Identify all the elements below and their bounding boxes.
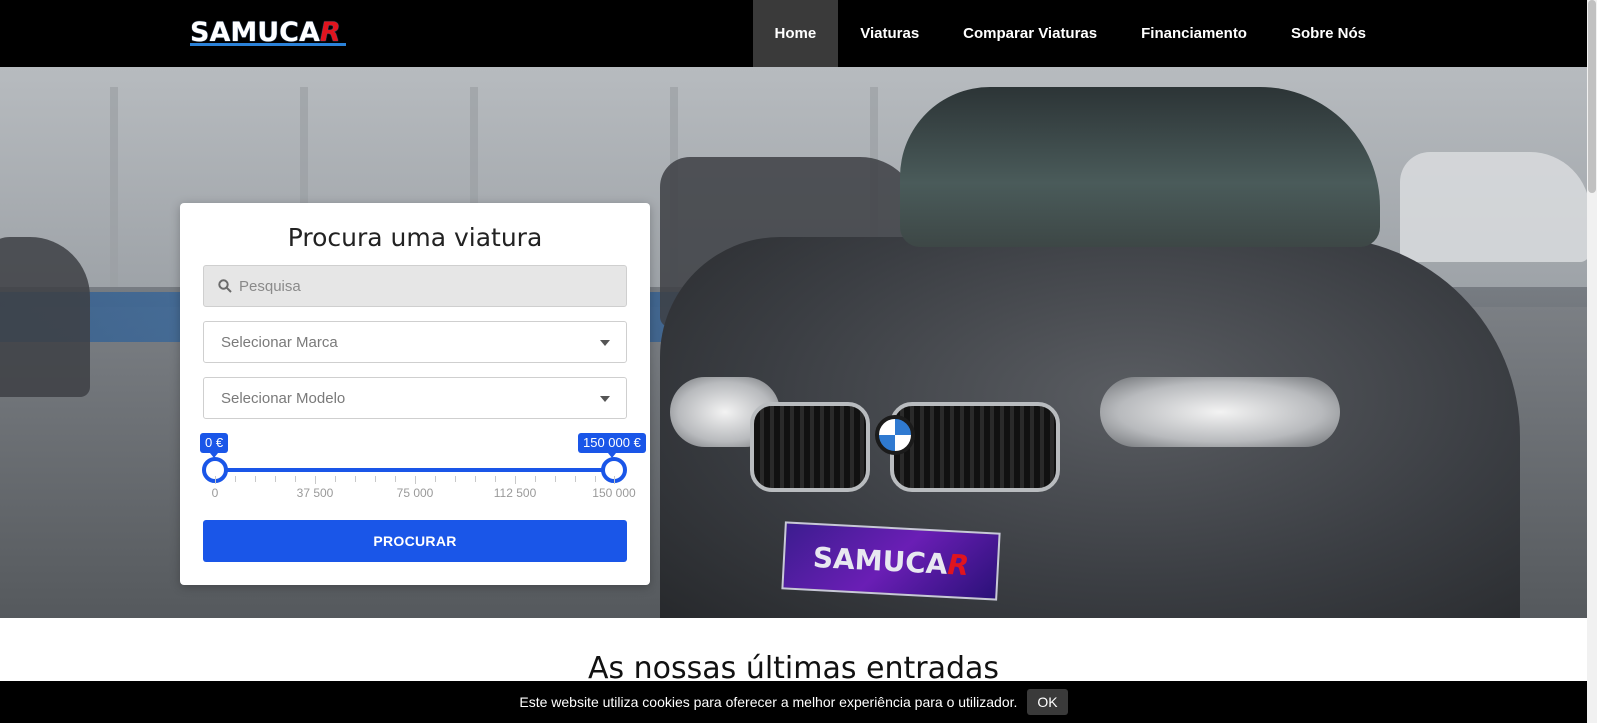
slider-max-tooltip: 150 000 € (578, 433, 646, 458)
search-input[interactable] (239, 266, 619, 306)
bmw-logo-icon (875, 415, 915, 455)
search-card-title: Procura uma viatura (287, 223, 543, 252)
cookie-banner: Este website utiliza cookies para oferec… (0, 681, 1587, 723)
scrollbar-thumb[interactable] (1588, 0, 1596, 193)
slider-tick-label: 112 500 (493, 486, 537, 500)
nav-item-financiamento[interactable]: Financiamento (1119, 0, 1269, 67)
caret-down-icon (600, 396, 610, 402)
search-submit-button[interactable]: PROCURAR (203, 520, 627, 562)
license-plate-logo: SAMUCAR (781, 521, 1001, 601)
nav-item-home[interactable]: Home (752, 0, 839, 67)
main-nav: Home Viaturas Comparar Viaturas Financia… (752, 0, 1587, 67)
logo-underline (190, 43, 346, 46)
cookie-ok-button[interactable]: OK (1027, 689, 1068, 715)
search-icon (218, 279, 232, 293)
cookie-text: Este website utiliza cookies para oferec… (519, 694, 1018, 710)
slider-track[interactable] (215, 468, 615, 472)
model-select[interactable]: Selecionar Modelo (203, 377, 627, 419)
nav-item-comparar-viaturas[interactable]: Comparar Viaturas (941, 0, 1119, 67)
slider-tick-label: 150 000 (592, 486, 636, 500)
nav-item-viaturas[interactable]: Viaturas (838, 0, 941, 67)
search-card: Procura uma viatura Selecionar Marca Sel… (180, 203, 650, 585)
top-navbar: SAMUCAR Home Viaturas Comparar Viaturas … (0, 0, 1587, 67)
slider-min-tooltip: 0 € (200, 433, 229, 458)
nav-item-sobre-nos[interactable]: Sobre Nós (1269, 0, 1388, 67)
price-range-slider[interactable]: 0 € 150 000 € 0 37 500 75 000 112 500 15… (200, 431, 646, 511)
slider-tick-label: 37 500 (296, 486, 334, 500)
caret-down-icon (600, 340, 610, 346)
page-scrollbar[interactable] (1587, 0, 1597, 723)
slider-tick-label: 75 000 (396, 486, 434, 500)
brand-select[interactable]: Selecionar Marca (203, 321, 627, 363)
slider-tick-label: 0 (211, 486, 219, 500)
search-box[interactable] (203, 265, 627, 307)
samucar-logo[interactable]: SAMUCAR (190, 14, 346, 48)
